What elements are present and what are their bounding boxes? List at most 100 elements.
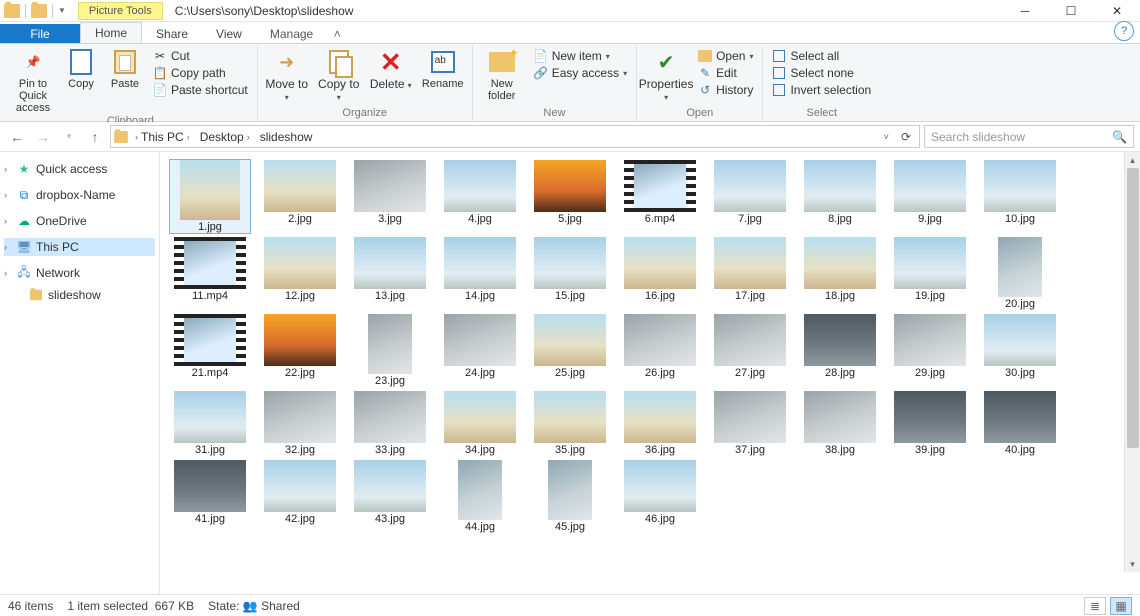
copy-path-button[interactable]: 📋Copy path (150, 65, 251, 81)
file-item[interactable]: 9.jpg (890, 160, 970, 233)
scroll-down-button[interactable]: ▾ (1125, 556, 1140, 572)
file-item[interactable]: 1.jpg (170, 160, 250, 233)
thumbnails-view-button[interactable]: ▦ (1110, 597, 1132, 615)
file-item[interactable]: 27.jpg (710, 314, 790, 387)
file-item[interactable]: 21.mp4 (170, 314, 250, 387)
file-item[interactable]: 30.jpg (980, 314, 1060, 387)
sidebar-item-quick-access[interactable]: ›★Quick access (4, 160, 155, 178)
select-all-button[interactable]: Select all (769, 48, 874, 64)
file-item[interactable]: 39.jpg (890, 391, 970, 456)
tab-view[interactable]: View (202, 24, 256, 43)
file-item[interactable]: 5.jpg (530, 160, 610, 233)
file-item[interactable]: 28.jpg (800, 314, 880, 387)
scroll-up-button[interactable]: ▴ (1125, 152, 1140, 168)
file-item[interactable]: 16.jpg (620, 237, 700, 310)
file-item[interactable]: 25.jpg (530, 314, 610, 387)
file-item[interactable]: 35.jpg (530, 391, 610, 456)
file-item[interactable]: 24.jpg (440, 314, 520, 387)
chevron-right-icon[interactable]: › (4, 216, 7, 226)
sidebar-item-slideshow[interactable]: slideshow (4, 286, 155, 304)
address-bar[interactable]: ›This PC› Desktop› slideshow ˅ ⟳ (110, 125, 920, 148)
delete-button[interactable]: ✕ Delete ▾ (368, 48, 414, 91)
file-item[interactable]: 34.jpg (440, 391, 520, 456)
history-button[interactable]: ↺History (695, 82, 756, 98)
file-item[interactable]: 32.jpg (260, 391, 340, 456)
file-item[interactable]: 26.jpg (620, 314, 700, 387)
file-item[interactable]: 20.jpg (980, 237, 1060, 310)
file-item[interactable]: 14.jpg (440, 237, 520, 310)
close-button[interactable]: ✕ (1094, 0, 1140, 22)
file-item[interactable]: 42.jpg (260, 460, 340, 533)
sidebar-item-network[interactable]: ›🖧Network (4, 264, 155, 282)
file-item[interactable]: 40.jpg (980, 391, 1060, 456)
file-item[interactable]: 3.jpg (350, 160, 430, 233)
file-item[interactable]: 41.jpg (170, 460, 250, 533)
sidebar-item-this-pc[interactable]: ›🖥This PC (4, 238, 155, 256)
breadcrumb[interactable]: slideshow (256, 129, 317, 145)
forward-button[interactable]: → (32, 126, 54, 148)
recent-locations-button[interactable]: ▾ (58, 126, 80, 148)
scrollbar-thumb[interactable] (1127, 168, 1139, 448)
maximize-button[interactable]: ☐ (1048, 0, 1094, 22)
new-item-button[interactable]: 📄New item ▾ (531, 48, 630, 64)
properties-button[interactable]: ✔ Properties ▾ (643, 48, 689, 103)
file-item[interactable]: 8.jpg (800, 160, 880, 233)
folder-icon[interactable] (31, 4, 47, 18)
file-item[interactable]: 45.jpg (530, 460, 610, 533)
paste-button[interactable]: Paste (106, 48, 144, 90)
ribbon-collapse-icon[interactable]: ˄ (327, 27, 347, 41)
file-item[interactable]: 22.jpg (260, 314, 340, 387)
copy-to-button[interactable]: Copy to ▾ (316, 48, 362, 103)
file-item[interactable]: 29.jpg (890, 314, 970, 387)
refresh-button[interactable]: ⟳ (895, 130, 917, 144)
address-dropdown-icon[interactable]: ˅ (880, 132, 893, 142)
file-item[interactable]: 43.jpg (350, 460, 430, 533)
scrollbar[interactable]: ▴ ▾ (1124, 152, 1140, 572)
file-item[interactable]: 36.jpg (620, 391, 700, 456)
help-button[interactable]: ? (1114, 21, 1134, 41)
file-item[interactable]: 18.jpg (800, 237, 880, 310)
file-item[interactable]: 23.jpg (350, 314, 430, 387)
file-item[interactable]: 13.jpg (350, 237, 430, 310)
file-item[interactable]: 7.jpg (710, 160, 790, 233)
sidebar-item-onedrive[interactable]: ›☁OneDrive (4, 212, 155, 230)
chevron-right-icon[interactable]: › (4, 242, 7, 252)
copy-button[interactable]: Copy (62, 48, 100, 90)
file-item[interactable]: 4.jpg (440, 160, 520, 233)
easy-access-button[interactable]: 🔗Easy access ▾ (531, 65, 630, 81)
tab-share[interactable]: Share (142, 24, 202, 43)
invert-selection-button[interactable]: Invert selection (769, 82, 874, 98)
paste-shortcut-button[interactable]: 📄Paste shortcut (150, 82, 251, 98)
sidebar-item-dropbox[interactable]: ›⧉dropbox-Name (4, 186, 155, 204)
file-item[interactable]: 2.jpg (260, 160, 340, 233)
qat-dropdown-icon[interactable]: ▼ (58, 6, 66, 15)
file-item[interactable]: 31.jpg (170, 391, 250, 456)
file-item[interactable]: 12.jpg (260, 237, 340, 310)
new-folder-button[interactable]: New folder (479, 48, 525, 102)
edit-button[interactable]: ✎Edit (695, 65, 756, 81)
select-none-button[interactable]: Select none (769, 65, 874, 81)
tab-file[interactable]: File (0, 24, 80, 43)
tab-home[interactable]: Home (80, 22, 142, 43)
cut-button[interactable]: ✂Cut (150, 48, 251, 64)
picture-tools-tab[interactable]: Picture Tools (78, 2, 163, 20)
pin-to-quick-access-button[interactable]: 📌 Pin to Quick access (10, 48, 56, 114)
chevron-right-icon[interactable]: › (4, 268, 7, 278)
file-item[interactable]: 44.jpg (440, 460, 520, 533)
chevron-right-icon[interactable]: › (4, 190, 7, 200)
file-item[interactable]: 46.jpg (620, 460, 700, 533)
up-button[interactable]: ↑ (84, 126, 106, 148)
move-to-button[interactable]: ➜ Move to ▾ (264, 48, 310, 103)
rename-button[interactable]: Rename (420, 48, 466, 90)
file-list-pane[interactable]: 1.jpg2.jpg3.jpg4.jpg5.jpg6.mp47.jpg8.jpg… (160, 152, 1140, 594)
tab-manage[interactable]: Manage (256, 24, 327, 43)
file-item[interactable]: 6.mp4 (620, 160, 700, 233)
file-item[interactable]: 15.jpg (530, 237, 610, 310)
details-view-button[interactable]: ≣ (1084, 597, 1106, 615)
minimize-button[interactable]: ─ (1002, 0, 1048, 22)
breadcrumb[interactable]: Desktop› (196, 129, 254, 145)
file-item[interactable]: 10.jpg (980, 160, 1060, 233)
breadcrumb[interactable]: ›This PC› (131, 129, 194, 145)
back-button[interactable]: ← (6, 126, 28, 148)
file-item[interactable]: 33.jpg (350, 391, 430, 456)
